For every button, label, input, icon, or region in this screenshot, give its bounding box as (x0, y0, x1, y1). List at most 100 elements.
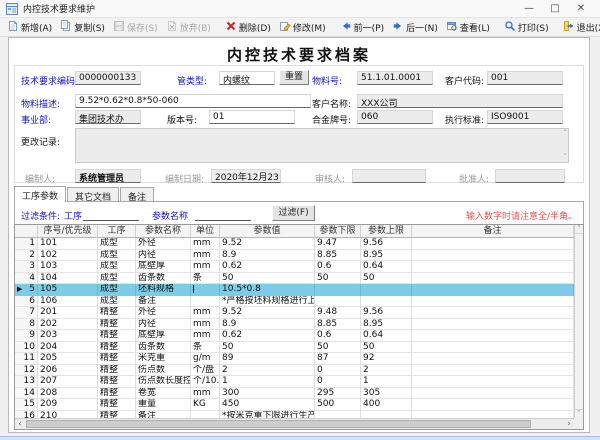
cell-pri[interactable]: 208 (38, 388, 98, 400)
cell-name[interactable]: 齿条数 (136, 342, 191, 354)
horizontal-scrollbar[interactable]: ‹ › (15, 418, 574, 429)
cell-lo[interactable]: 9.47 (315, 238, 361, 250)
table-row[interactable]: 3103成型底壁厚mm0.620.60.64 (15, 261, 583, 273)
cell-pri[interactable]: 204 (38, 342, 98, 354)
cell-unit[interactable]: 条 (191, 273, 220, 285)
cell-proc[interactable]: 精整 (98, 307, 136, 319)
cell-val[interactable]: 8.9 (220, 319, 315, 331)
cell-pri[interactable]: 103 (38, 261, 98, 273)
table-row[interactable]: 8202精整内径mm8.98.858.95 (15, 319, 583, 331)
cell-hi[interactable]: 9.56 (361, 238, 412, 250)
close-button[interactable]: ✕ (568, 0, 594, 18)
toolbar-button-delete[interactable]: 删除(D) (221, 19, 275, 36)
cell-n[interactable]: 7 (15, 307, 38, 319)
cell-lo[interactable]: 0 (315, 365, 361, 377)
cell-pri[interactable]: 206 (38, 365, 98, 377)
maximize-button[interactable]: □ (542, 0, 568, 18)
cell-lo[interactable] (315, 284, 361, 296)
cell-note[interactable] (412, 399, 574, 411)
cell-unit[interactable]: mm (191, 238, 220, 250)
cell-unit[interactable] (191, 284, 220, 296)
cell-hi[interactable]: 400 (361, 399, 412, 411)
toolbar-button-view[interactable]: 查看(L) (442, 19, 494, 36)
cell-lo[interactable]: 0.6 (315, 261, 361, 273)
pipe-type-field[interactable]: 内螺纹 (219, 71, 275, 85)
cell-hi[interactable] (361, 296, 412, 308)
cell-pri[interactable]: 105 (38, 284, 98, 296)
cell-note[interactable] (412, 296, 574, 308)
cell-unit[interactable]: mm (191, 388, 220, 400)
cell-name[interactable]: 卷宽 (136, 388, 191, 400)
cell-unit[interactable]: mm (191, 330, 220, 342)
scroll-right-arrow-icon[interactable]: › (564, 419, 574, 429)
cell-note[interactable] (412, 261, 574, 273)
cell-hi[interactable]: 8.95 (361, 250, 412, 262)
cell-name[interactable]: 内径 (136, 319, 191, 331)
table-row[interactable]: 1101成型外径mm9.529.479.56 (15, 238, 583, 250)
cell-note[interactable] (412, 238, 574, 250)
cell-n[interactable]: 14 (15, 388, 38, 400)
cell-lo[interactable]: 295 (315, 388, 361, 400)
cell-proc[interactable]: 精整 (98, 330, 136, 342)
tab-other-docs[interactable]: 其它文档 (67, 187, 119, 202)
cell-name[interactable]: 伤点数长度控制 (136, 376, 191, 388)
cell-name[interactable]: 外径 (136, 307, 191, 319)
cell-pri[interactable]: 101 (38, 238, 98, 250)
table-row[interactable]: ▶5105成型坯料规格10.5*0.8 (15, 284, 583, 296)
cell-proc[interactable]: 精整 (98, 399, 136, 411)
cell-pri[interactable]: 209 (38, 399, 98, 411)
cell-n[interactable]: 4 (15, 273, 38, 285)
table-row[interactable]: 14208精整卷宽mm300295305 (15, 388, 583, 400)
cell-name[interactable]: 米克重 (136, 353, 191, 365)
cell-proc[interactable]: 成型 (98, 296, 136, 308)
cell-proc[interactable]: 精整 (98, 376, 136, 388)
cell-n[interactable]: 6 (15, 296, 38, 308)
scroll-up-arrow-icon[interactable]: ˄ (575, 225, 583, 234)
table-row[interactable]: 12206精整伤点数个/盘202 (15, 365, 583, 377)
cell-lo[interactable]: 87 (315, 353, 361, 365)
tab-process-params[interactable]: 工序参数 (14, 186, 66, 202)
cell-val[interactable]: 10.5*0.8 (220, 284, 315, 296)
toolbar-button-exit[interactable]: 退出(X) (559, 19, 600, 36)
cell-note[interactable] (412, 353, 574, 365)
cell-hi[interactable]: 0.64 (361, 330, 412, 342)
cell-pri[interactable]: 205 (38, 353, 98, 365)
cell-note[interactable] (412, 319, 574, 331)
cell-pri[interactable]: 201 (38, 307, 98, 319)
cell-n[interactable]: 2 (15, 250, 38, 262)
cell-pri[interactable]: 207 (38, 376, 98, 388)
cell-n[interactable]: 8 (15, 319, 38, 331)
cell-val[interactable]: 2 (220, 365, 315, 377)
cell-name[interactable]: 底壁厚 (136, 330, 191, 342)
toolbar-button-print[interactable]: 打印(S) (500, 19, 553, 36)
cell-val[interactable]: *严格按坯料规格进行上料。 (220, 296, 315, 308)
cell-n[interactable]: 10 (15, 342, 38, 354)
filter-button[interactable]: 过滤(F) (272, 205, 315, 221)
cell-name[interactable]: 坯料规格 (136, 284, 191, 296)
cell-name[interactable]: 内径 (136, 250, 191, 262)
cell-unit[interactable]: mm (191, 319, 220, 331)
tab-remarks[interactable]: 备注 (120, 187, 154, 202)
cell-pri[interactable]: 203 (38, 330, 98, 342)
cell-lo[interactable]: 8.85 (315, 319, 361, 331)
horizontal-scrollbar-thumb[interactable] (26, 420, 531, 428)
cell-lo[interactable]: 0 (315, 376, 361, 388)
cell-hi[interactable]: 305 (361, 388, 412, 400)
table-row[interactable]: 10204精整齿条数条505050 (15, 342, 583, 354)
cell-pri[interactable]: 202 (38, 319, 98, 331)
filter-param-input[interactable] (195, 208, 251, 221)
version-field[interactable]: 01 (209, 110, 295, 124)
cell-name[interactable]: 外径 (136, 238, 191, 250)
cell-note[interactable] (412, 342, 574, 354)
cell-lo[interactable]: 8.85 (315, 250, 361, 262)
cell-lo[interactable]: 50 (315, 273, 361, 285)
cell-name[interactable]: 底壁厚 (136, 261, 191, 273)
cell-val[interactable]: 50 (220, 342, 315, 354)
cell-note[interactable] (412, 330, 574, 342)
cell-val[interactable]: 450 (220, 399, 315, 411)
toolbar-button-edit[interactable]: 修改(M) (275, 19, 330, 36)
reset-button[interactable]: 重置 (279, 70, 309, 85)
table-row[interactable]: 9203精整底壁厚mm0.620.60.64 (15, 330, 583, 342)
cell-name[interactable]: 备注 (136, 296, 191, 308)
cell-note[interactable] (412, 388, 574, 400)
